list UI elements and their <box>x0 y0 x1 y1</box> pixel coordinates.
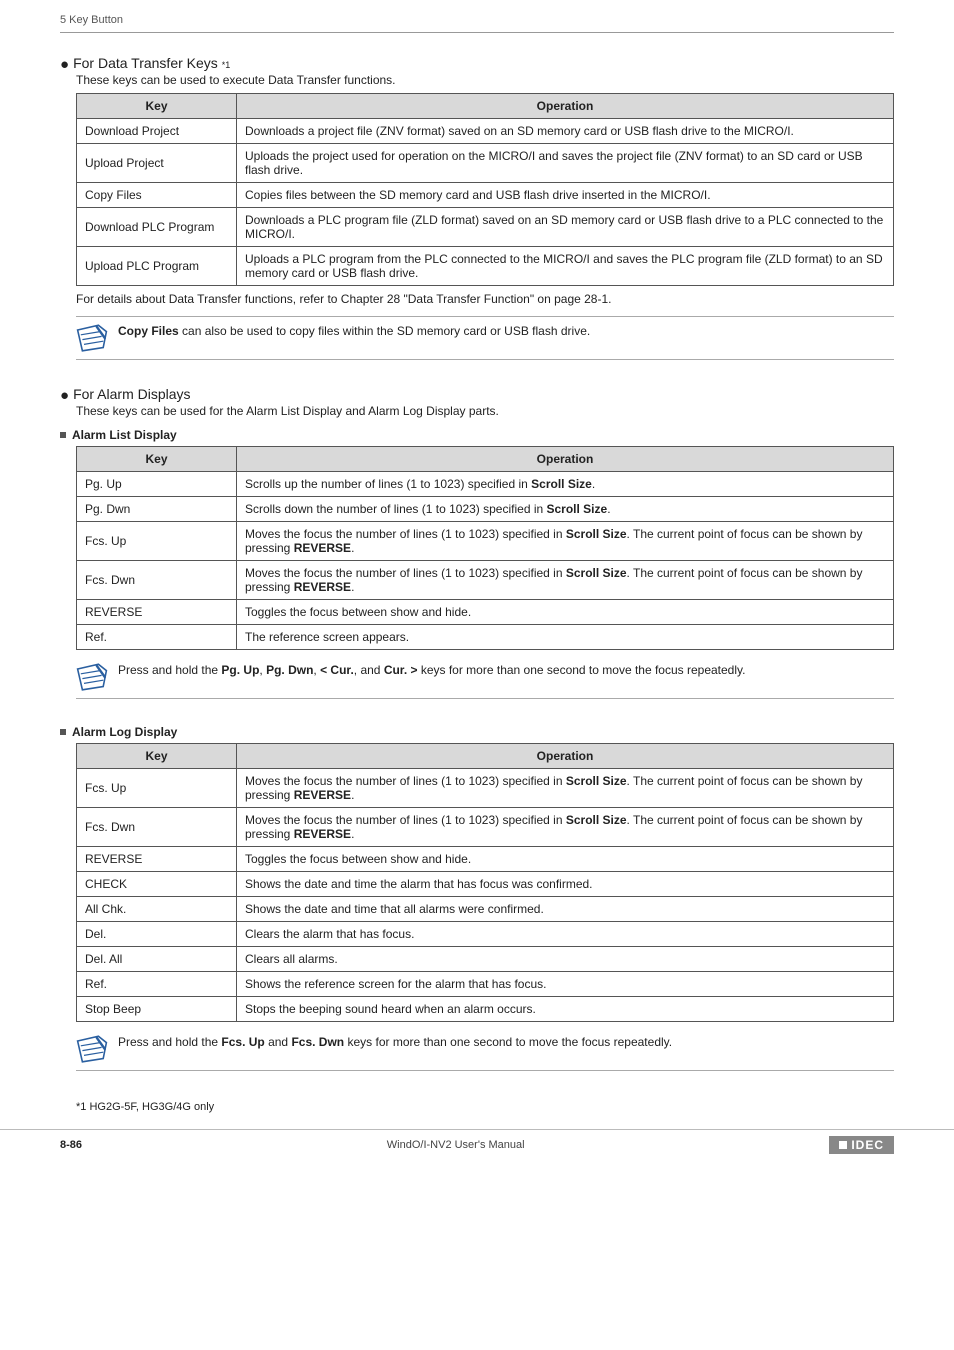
section-desc: These keys can be used to execute Data T… <box>76 73 894 87</box>
cell-operation: Clears all alarms. <box>237 947 894 972</box>
table-row: REVERSEToggles the focus between show an… <box>77 600 894 625</box>
table-row: Fcs. UpMoves the focus the number of lin… <box>77 769 894 808</box>
note-icon <box>76 662 108 692</box>
bullet-icon: ● <box>60 57 69 72</box>
cell-operation: Moves the focus the number of lines (1 t… <box>237 808 894 847</box>
col-header-key: Key <box>77 447 237 472</box>
cell-operation: Toggles the focus between show and hide. <box>237 600 894 625</box>
table-row: Fcs. UpMoves the focus the number of lin… <box>77 522 894 561</box>
footnote-ref: *1 <box>222 60 231 70</box>
cell-operation: Shows the reference screen for the alarm… <box>237 972 894 997</box>
data-transfer-table: Key Operation Download ProjectDownloads … <box>76 93 894 286</box>
bullet-icon: ● <box>60 388 69 403</box>
manual-title: WindO/I-NV2 User's Manual <box>82 1139 829 1151</box>
section-title-text: For Alarm Displays <box>73 386 190 402</box>
note-alarm-log: Press and hold the Fcs. Up and Fcs. Dwn … <box>76 1028 894 1071</box>
table-row: Del. AllClears all alarms. <box>77 947 894 972</box>
table-row: All Chk.Shows the date and time that all… <box>77 897 894 922</box>
cell-key: Upload Project <box>77 144 237 183</box>
cell-key: CHECK <box>77 872 237 897</box>
cell-key: Copy Files <box>77 183 237 208</box>
note-icon <box>76 323 108 353</box>
col-header-operation: Operation <box>237 744 894 769</box>
cell-operation: Moves the focus the number of lines (1 t… <box>237 522 894 561</box>
page-header: 5 Key Button <box>60 14 894 33</box>
cell-key: REVERSE <box>77 600 237 625</box>
page-number: 8-86 <box>60 1139 82 1151</box>
cell-operation: Moves the focus the number of lines (1 t… <box>237 561 894 600</box>
cell-operation: The reference screen appears. <box>237 625 894 650</box>
cell-key: Download PLC Program <box>77 208 237 247</box>
cell-key: Ref. <box>77 625 237 650</box>
subhead-alarm-list: Alarm List Display <box>60 428 894 442</box>
cell-operation: Uploads the project used for operation o… <box>237 144 894 183</box>
table-row: REVERSEToggles the focus between show an… <box>77 847 894 872</box>
table-row: Fcs. DwnMoves the focus the number of li… <box>77 808 894 847</box>
cell-key: Fcs. Up <box>77 769 237 808</box>
col-header-operation: Operation <box>237 94 894 119</box>
cell-key: Pg. Dwn <box>77 497 237 522</box>
section-title-alarm: ● For Alarm Displays <box>60 386 894 402</box>
note-text: Press and hold the Pg. Up, Pg. Dwn, < Cu… <box>118 662 894 679</box>
alarm-log-table: Key Operation Fcs. UpMoves the focus the… <box>76 743 894 1022</box>
square-icon <box>60 729 66 735</box>
cell-operation: Downloads a PLC program file (ZLD format… <box>237 208 894 247</box>
cell-operation: Stops the beeping sound heard when an al… <box>237 997 894 1022</box>
reference-note: For details about Data Transfer function… <box>76 292 894 306</box>
cell-operation: Downloads a project file (ZNV format) sa… <box>237 119 894 144</box>
table-row: Download ProjectDownloads a project file… <box>77 119 894 144</box>
page-footer: 8-86 WindO/I-NV2 User's Manual IDEC <box>0 1129 954 1154</box>
cell-key: REVERSE <box>77 847 237 872</box>
square-icon <box>60 432 66 438</box>
note-alarm-list: Press and hold the Pg. Up, Pg. Dwn, < Cu… <box>76 656 894 699</box>
cell-operation: Moves the focus the number of lines (1 t… <box>237 769 894 808</box>
cell-key: Upload PLC Program <box>77 247 237 286</box>
table-row: Upload ProjectUploads the project used f… <box>77 144 894 183</box>
logo-square-icon <box>839 1141 847 1149</box>
subhead-alarm-log: Alarm Log Display <box>60 725 894 739</box>
cell-operation: Uploads a PLC program from the PLC conne… <box>237 247 894 286</box>
table-row: CHECKShows the date and time the alarm t… <box>77 872 894 897</box>
cell-operation: Clears the alarm that has focus. <box>237 922 894 947</box>
note-copy-files: Copy Files can also be used to copy file… <box>76 316 894 360</box>
cell-key: Pg. Up <box>77 472 237 497</box>
note-text: Copy Files can also be used to copy file… <box>118 323 894 340</box>
table-row: Copy FilesCopies files between the SD me… <box>77 183 894 208</box>
cell-operation: Shows the date and time that all alarms … <box>237 897 894 922</box>
cell-key: Stop Beep <box>77 997 237 1022</box>
cell-operation: Shows the date and time the alarm that h… <box>237 872 894 897</box>
section-title-text: For Data Transfer Keys <box>73 55 218 71</box>
col-header-operation: Operation <box>237 447 894 472</box>
section-desc: These keys can be used for the Alarm Lis… <box>76 404 894 418</box>
note-icon <box>76 1034 108 1064</box>
cell-key: Download Project <box>77 119 237 144</box>
note-text: Press and hold the Fcs. Up and Fcs. Dwn … <box>118 1034 894 1051</box>
col-header-key: Key <box>77 744 237 769</box>
cell-operation: Copies files between the SD memory card … <box>237 183 894 208</box>
idec-logo: IDEC <box>829 1136 894 1154</box>
table-row: Del.Clears the alarm that has focus. <box>77 922 894 947</box>
footnote: *1 HG2G-5F, HG3G/4G only <box>76 1101 894 1113</box>
cell-operation: Scrolls up the number of lines (1 to 102… <box>237 472 894 497</box>
table-row: Ref.Shows the reference screen for the a… <box>77 972 894 997</box>
col-header-key: Key <box>77 94 237 119</box>
table-row: Ref.The reference screen appears. <box>77 625 894 650</box>
section-title-data-transfer: ● For Data Transfer Keys *1 <box>60 55 894 71</box>
alarm-list-table: Key Operation Pg. UpScrolls up the numbe… <box>76 446 894 650</box>
cell-key: Fcs. Dwn <box>77 808 237 847</box>
table-row: Pg. UpScrolls up the number of lines (1 … <box>77 472 894 497</box>
cell-key: Del. All <box>77 947 237 972</box>
cell-key: All Chk. <box>77 897 237 922</box>
cell-operation: Scrolls down the number of lines (1 to 1… <box>237 497 894 522</box>
cell-operation: Toggles the focus between show and hide. <box>237 847 894 872</box>
table-row: Download PLC ProgramDownloads a PLC prog… <box>77 208 894 247</box>
table-row: Stop BeepStops the beeping sound heard w… <box>77 997 894 1022</box>
table-row: Fcs. DwnMoves the focus the number of li… <box>77 561 894 600</box>
table-row: Upload PLC ProgramUploads a PLC program … <box>77 247 894 286</box>
cell-key: Fcs. Up <box>77 522 237 561</box>
cell-key: Del. <box>77 922 237 947</box>
cell-key: Ref. <box>77 972 237 997</box>
table-row: Pg. DwnScrolls down the number of lines … <box>77 497 894 522</box>
cell-key: Fcs. Dwn <box>77 561 237 600</box>
